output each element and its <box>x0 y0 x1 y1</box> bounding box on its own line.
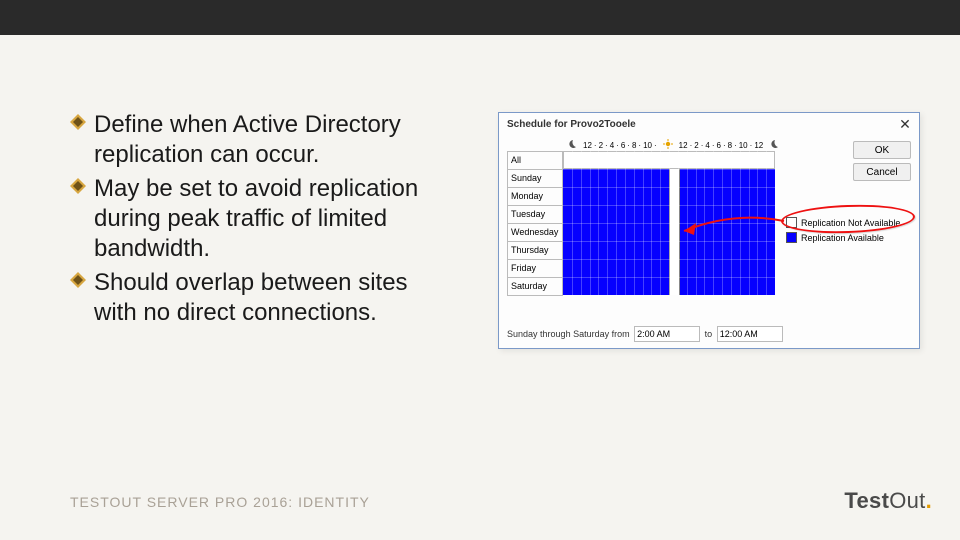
hour-tick: 2 <box>599 141 603 150</box>
hour-tick: 6 <box>621 141 625 150</box>
hour-tick: 4 <box>705 141 709 150</box>
hour-tick: 8 <box>728 141 732 150</box>
day-axis: AllSundayMondayTuesdayWednesdayThursdayF… <box>507 151 563 296</box>
day-label[interactable]: Wednesday <box>507 223 563 241</box>
time-to-input[interactable] <box>717 326 783 342</box>
hour-axis: 12·2·4·6·8·10·12·2·4·6·8·10·12 <box>563 139 775 151</box>
selection-caption: Sunday through Saturday from to <box>507 326 785 342</box>
day-label[interactable]: Sunday <box>507 169 563 187</box>
dialog-title: Schedule for Provo2Tooele <box>499 113 919 133</box>
diamond-icon <box>70 114 86 130</box>
day-label[interactable]: Saturday <box>507 277 563 296</box>
diamond-icon <box>70 178 86 194</box>
swatch-blue-icon <box>786 232 797 243</box>
sun-icon <box>663 139 673 151</box>
bullet-text: Should overlap between sites with no dir… <box>94 269 408 326</box>
hour-tick: · <box>594 141 597 150</box>
bullet-text: Define when Active Directory replication… <box>94 111 401 168</box>
day-label[interactable]: Tuesday <box>507 205 563 223</box>
bullet-item: May be set to avoid replication during p… <box>70 174 450 264</box>
bullet-item: Should overlap between sites with no dir… <box>70 268 450 328</box>
hour-tick: · <box>723 141 726 150</box>
legend-av[interactable]: Replication Available <box>786 232 911 243</box>
hour-tick: · <box>701 141 704 150</box>
hour-tick: · <box>734 141 737 150</box>
hour-tick: · <box>654 141 657 150</box>
hour-tick: · <box>605 141 608 150</box>
schedule-grid: 12·2·4·6·8·10·12·2·4·6·8·10·12 AllSunday… <box>507 139 775 296</box>
day-label[interactable]: Monday <box>507 187 563 205</box>
hour-tick: · <box>616 141 619 150</box>
hour-tick: 10 <box>739 141 748 150</box>
moon-icon <box>769 139 779 151</box>
day-label[interactable]: Thursday <box>507 241 563 259</box>
ok-button[interactable]: OK <box>853 141 911 159</box>
bullet-item: Define when Active Directory replication… <box>70 110 450 170</box>
close-icon[interactable]: ✕ <box>897 117 913 133</box>
hour-tick: 10 <box>643 141 652 150</box>
hour-tick: 12 <box>583 141 592 150</box>
hour-tick: 12 <box>679 141 688 150</box>
hour-tick: 4 <box>610 141 614 150</box>
hour-tick: 2 <box>694 141 698 150</box>
testout-logo: TestOut. <box>844 488 932 514</box>
hour-tick: · <box>638 141 641 150</box>
hour-tick: 6 <box>716 141 720 150</box>
day-label[interactable]: All <box>507 151 563 169</box>
schedule-dialog: Schedule for Provo2Tooele ✕ OK Cancel Re… <box>498 112 920 349</box>
hour-tick: · <box>712 141 715 150</box>
hour-tick: 12 <box>754 141 763 150</box>
hour-tick: 8 <box>632 141 636 150</box>
cancel-button[interactable]: Cancel <box>853 163 911 181</box>
hour-tick: · <box>627 141 630 150</box>
grid-cells[interactable] <box>563 151 775 295</box>
bullet-list: Define when Active Directory replication… <box>70 110 450 332</box>
day-label[interactable]: Friday <box>507 259 563 277</box>
diamond-icon <box>70 272 86 288</box>
time-from-input[interactable] <box>634 326 700 342</box>
footer-text: TESTOUT SERVER PRO 2016: IDENTITY <box>70 494 370 510</box>
hour-tick: · <box>690 141 693 150</box>
moon-icon <box>567 139 577 151</box>
top-stripe <box>0 0 960 35</box>
bullet-text: May be set to avoid replication during p… <box>94 175 418 262</box>
hour-tick: · <box>750 141 753 150</box>
